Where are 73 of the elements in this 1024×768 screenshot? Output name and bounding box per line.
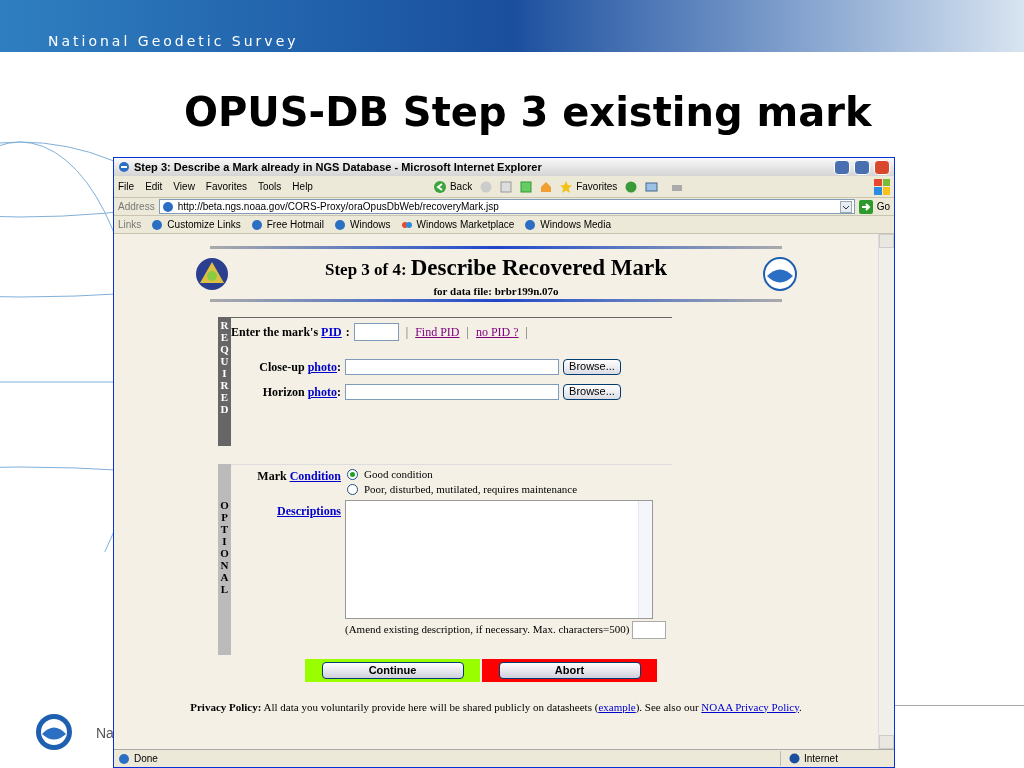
radio-button[interactable] [347, 468, 358, 480]
description-field[interactable] [345, 499, 653, 619]
link[interactable]: Condition [289, 466, 341, 497]
back-button[interactable]: Back [433, 179, 473, 194]
field-label: Close-up [259, 358, 305, 376]
colon-label: : [337, 358, 341, 376]
minimize-button[interactable] [834, 159, 850, 175]
link-item[interactable]: Windows Marketplace [400, 217, 515, 232]
menu-item[interactable]: View [173, 179, 195, 194]
radio-option[interactable]: Poor, disturbed, mutilated, requires maintenance [347, 481, 578, 497]
links-label: Links [118, 218, 142, 232]
logo-icon [35, 713, 73, 751]
privacy-notice: Privacy Policy: All data you voluntarily provide here will be shared publicly on datasheets (example). See also our NOAA Privacy Policy. [190, 699, 802, 715]
link[interactable]: example [598, 700, 636, 713]
section-label: REQUIRED [219, 318, 230, 418]
colon-label: : [345, 323, 350, 341]
windows-flag-icon [874, 178, 890, 195]
link[interactable]: Descriptions [277, 501, 341, 619]
section-label: OPTIONAL [219, 498, 230, 598]
menu-item[interactable]: Edit [145, 179, 163, 194]
link[interactable]: no PID ? [475, 322, 519, 341]
abort-button[interactable]: Abort [498, 661, 641, 679]
close-button[interactable] [874, 159, 890, 175]
field-label: Enter the mark's [231, 323, 319, 341]
zone-label: Internet [804, 752, 838, 766]
separator: | [466, 323, 469, 341]
radio-button[interactable] [347, 483, 358, 495]
link[interactable]: photo [307, 382, 337, 401]
seal-icon [195, 256, 229, 291]
step-label: Step 3 of 4: [325, 259, 407, 281]
link[interactable]: photo [307, 357, 337, 376]
pid-field[interactable] [353, 322, 399, 341]
radio-option[interactable]: Good condition [347, 466, 578, 482]
link-item[interactable]: Free Hotmail [250, 217, 324, 232]
slide-header: National Geodetic Survey [48, 32, 299, 51]
star-icon [560, 180, 573, 193]
menu-item[interactable]: File [118, 179, 135, 194]
address-label: Address [118, 200, 155, 214]
footer-text: Na [96, 724, 114, 743]
link[interactable]: Find PID [415, 322, 460, 341]
browse-button[interactable]: Browse... [563, 358, 621, 375]
continue-button[interactable]: Continue [321, 661, 464, 679]
page-heading: Describe Recovered Mark [410, 254, 667, 282]
link-item[interactable]: Windows [333, 217, 391, 232]
character-count-field[interactable] [632, 620, 667, 639]
browse-button[interactable]: Browse... [563, 383, 621, 400]
link-item[interactable]: Windows Media [524, 217, 611, 232]
file-field[interactable] [345, 383, 559, 400]
menu-item[interactable]: Favorites [205, 179, 247, 194]
link-item[interactable]: Customize Links [151, 217, 241, 232]
colon-label: : [337, 383, 341, 401]
field-label: Mark [257, 467, 287, 485]
separator: | [405, 323, 409, 341]
window-title: Step 3: Describe a Mark already in NGS Database - Microsoft Internet Explorer [134, 159, 543, 175]
link[interactable]: NOAA Privacy Policy [701, 700, 799, 713]
menu-item[interactable]: Tools [258, 179, 282, 194]
favorites-button[interactable]: Favorites [560, 179, 618, 194]
arrow-icon [858, 199, 873, 214]
link[interactable]: PID [321, 322, 342, 341]
hint-text: (Amend existing description, if necessary. Max. characters=500) [345, 622, 630, 638]
dropdown-icon [839, 200, 852, 213]
file-field[interactable] [345, 358, 559, 375]
address-field[interactable]: http://beta.ngs.noaa.gov/CORS-Proxy/oraOpusDbWeb/recoveryMark.jsp [158, 199, 855, 214]
scrollbar[interactable] [878, 234, 894, 749]
go-button[interactable]: Go [858, 199, 890, 214]
status-text: Done [134, 752, 159, 766]
maximize-button[interactable] [854, 159, 870, 175]
back-arrow-icon [433, 180, 446, 193]
house-icon [540, 180, 553, 193]
menu-item[interactable]: Help [292, 179, 313, 194]
data-file-label: for data file: brbr199n.07o [433, 285, 559, 297]
field-label: Horizon [262, 383, 305, 401]
separator: | [525, 323, 528, 341]
